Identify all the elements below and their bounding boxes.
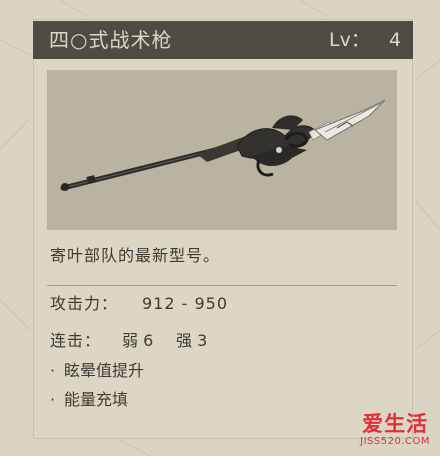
weapon-name: 四○式战术枪 (49, 28, 173, 52)
ability-label: 眩晕值提升 (64, 361, 145, 380)
level-value: 4 (389, 29, 402, 51)
combo-row: 连击： 弱 6 强 3 (50, 330, 207, 352)
section-divider (47, 285, 397, 286)
watermark-main: 爱生活 (362, 412, 429, 436)
level-label: Lv： (329, 29, 370, 51)
combo-weak: 弱 6 (122, 331, 154, 350)
combo-strong: 强 3 (176, 331, 208, 350)
weapon-title-bar: 四○式战术枪 Lv： 4 (33, 21, 413, 59)
attack-value: 912 - 950 (142, 294, 229, 313)
ability-label: 能量充填 (64, 390, 129, 409)
weapon-description: 寄叶部队的最新型号。 (50, 246, 221, 265)
site-watermark: 爱生活 JISS520.COM (360, 412, 430, 448)
attack-label: 攻击力： (50, 294, 119, 313)
bullet-icon: · (50, 390, 56, 409)
attack-row: 攻击力： 912 - 950 (50, 293, 227, 315)
watermark-sub: JISS520.COM (360, 436, 430, 447)
ability-item: · 眩晕值提升 (50, 360, 144, 382)
bullet-icon: · (50, 361, 56, 380)
spear-icon (60, 99, 386, 191)
ability-item: · 能量充填 (50, 389, 128, 411)
combo-label: 连击： (50, 331, 102, 350)
weapon-image-frame (47, 70, 397, 230)
